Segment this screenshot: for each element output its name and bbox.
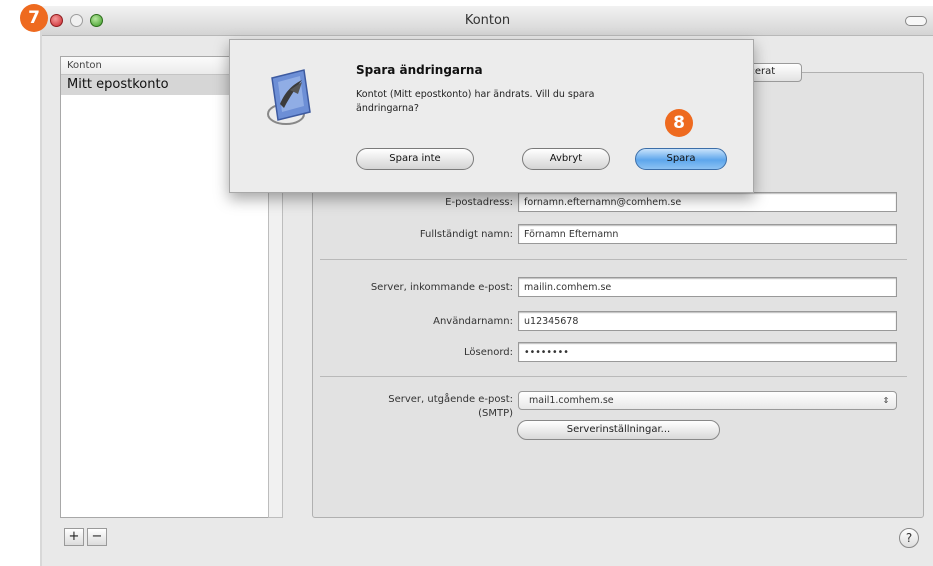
fullname-label: Fullständigt namn: <box>419 229 513 240</box>
mail-app-icon <box>260 60 320 130</box>
dont-save-button[interactable]: Spara inte <box>356 148 474 170</box>
save-button[interactable]: Spara <box>635 148 727 170</box>
dialog-message: Kontot (Mitt epostkonto) har ändrats. Vi… <box>356 89 595 114</box>
window-title: Konton <box>464 13 511 28</box>
fullname-field[interactable]: Förnamn Efternamn <box>518 224 897 244</box>
step-8-badge: 8 <box>665 109 693 137</box>
step-7-badge: 7 <box>20 4 48 32</box>
form-separator-2 <box>320 376 907 377</box>
toolbar-toggle-button[interactable] <box>905 16 927 26</box>
password-label: Lösenord: <box>464 347 513 358</box>
email-label: E-postadress: <box>445 197 513 208</box>
add-account-button[interactable]: + <box>64 528 84 546</box>
help-button[interactable]: ? <box>899 528 919 548</box>
form-separator-1 <box>320 259 907 260</box>
outgoing-server-value: mail1.comhem.se <box>529 395 614 406</box>
outgoing-server-sublabel: (SMTP) <box>478 408 513 419</box>
server-settings-button[interactable]: Serverinställningar... <box>517 420 720 440</box>
email-field[interactable]: fornamn.efternamn@comhem.se <box>518 192 897 212</box>
title-bar: Konton <box>42 6 933 36</box>
outgoing-server-label: Server, utgående e-post: <box>388 394 513 405</box>
username-field[interactable]: u12345678 <box>518 311 897 331</box>
remove-account-button[interactable]: − <box>87 528 107 546</box>
username-label: Användarnamn: <box>433 316 513 327</box>
select-arrows-icon: ⇕ <box>882 396 890 405</box>
password-field[interactable]: •••••••• <box>518 342 897 362</box>
incoming-server-field[interactable]: mailin.comhem.se <box>518 277 897 297</box>
incoming-server-label: Server, inkommande e-post: <box>370 282 513 293</box>
dialog-title: Spara ändringarna <box>356 63 483 77</box>
cancel-button[interactable]: Avbryt <box>522 148 610 170</box>
outgoing-server-select[interactable]: mail1.comhem.se ⇕ <box>518 391 897 410</box>
